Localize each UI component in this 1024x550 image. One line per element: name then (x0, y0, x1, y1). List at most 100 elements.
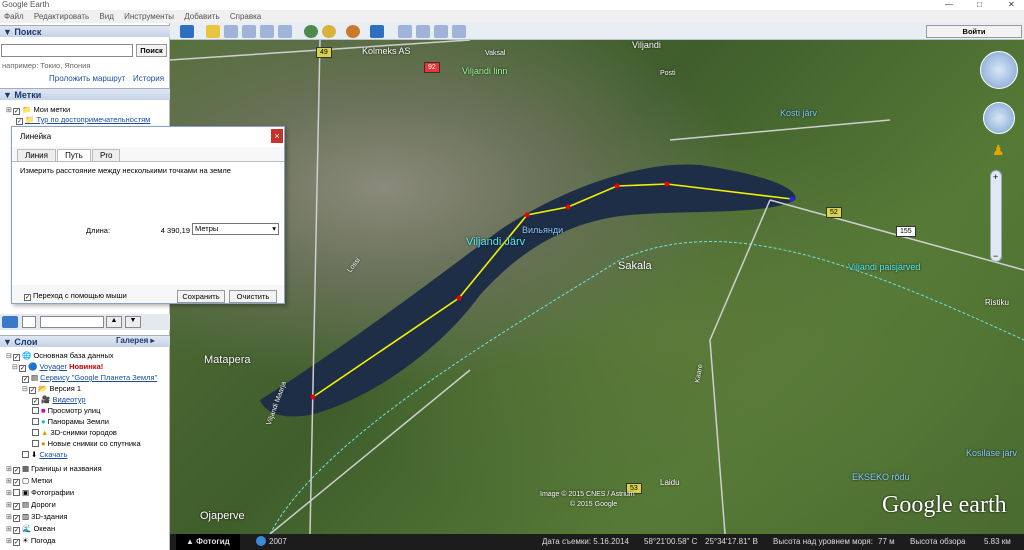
map-label: Matapera (204, 354, 251, 366)
route-link[interactable]: Проложить маршрут (49, 74, 125, 83)
map-label: Вильянди (522, 225, 564, 235)
layer-item[interactable]: ⊟ ✓ 🔵 Voyager Новинка! (12, 361, 103, 372)
map-view[interactable]: Viljandi Kolmeks AS Viljandi linn Vaksal… (170, 40, 1024, 534)
layer-item[interactable]: ⊞ ✓ ▢ Метки (6, 475, 52, 486)
road-badge: 49 (316, 47, 332, 58)
eye-alt: 5.83 км (984, 537, 1011, 546)
menu-bar: Файл Редактировать Вид Инструменты Добав… (0, 10, 1024, 23)
minimize-icon[interactable]: — (945, 0, 953, 10)
polygon-icon[interactable] (224, 25, 238, 38)
menu-edit[interactable]: Редактировать (34, 12, 89, 21)
path-icon[interactable] (242, 25, 256, 38)
history-link[interactable]: История (133, 74, 164, 83)
layer-item[interactable]: ■ Просмотр улиц (32, 405, 100, 416)
layer-item[interactable]: ⊞ ✓ ☀ Погода (6, 535, 56, 546)
zoom-in-icon[interactable]: + (993, 172, 998, 182)
ruler-point[interactable] (565, 204, 571, 210)
layer-item[interactable]: ⊞ ✓ ▤ Дороги (6, 499, 56, 510)
map-label: EKSEKO rõdu (852, 472, 910, 482)
close-icon[interactable]: ✕ (1008, 0, 1015, 10)
historical-clock-icon[interactable] (256, 536, 266, 546)
close-icon[interactable]: × (271, 129, 283, 143)
move-down-icon[interactable]: ▼ (125, 316, 141, 328)
search-button[interactable]: Поиск (136, 44, 167, 57)
move-control[interactable] (983, 102, 1015, 134)
layer-item[interactable]: ⊞ ▣ Фотографии (6, 487, 74, 498)
google-copyright: © 2015 Google (570, 501, 618, 508)
map-label: Sakala (618, 260, 652, 272)
menu-tools[interactable]: Инструменты (124, 12, 174, 21)
ruler-point[interactable] (524, 212, 530, 218)
sun-icon[interactable] (322, 25, 336, 38)
menu-file[interactable]: Файл (4, 12, 24, 21)
map-label: Kolmeks AS (362, 46, 411, 56)
layer-item[interactable]: ✓ ▤ Сервису "Google Планета Земля" (22, 372, 157, 383)
menu-help[interactable]: Справка (230, 12, 261, 21)
signin-button[interactable]: Войти (926, 25, 1022, 38)
search-header[interactable]: ▼ Поиск (0, 25, 170, 37)
unit-select[interactable]: Метры ▾ (192, 223, 279, 235)
layer-item[interactable]: ● Новые снимки со спутника (32, 438, 141, 449)
placemark-icon[interactable] (206, 25, 220, 38)
gallery-button[interactable]: Галерея ▸ (116, 335, 155, 347)
map-label: Kosti järv (780, 108, 818, 118)
clear-button[interactable]: Очистить (229, 290, 277, 303)
map-label: Ojaperve (200, 510, 245, 522)
ruler-tab-panel: Измерить расстояние между несколькими то… (12, 161, 284, 285)
planets-icon[interactable] (346, 25, 360, 38)
ruler-point[interactable] (614, 183, 620, 189)
look-around-control[interactable] (980, 51, 1018, 89)
image-overlay-icon[interactable] (260, 25, 274, 38)
window-title-bar: Google Earth — □ ✕ (0, 0, 1024, 10)
layer-item[interactable]: ● Панорамы Земли (32, 416, 109, 427)
places-item[interactable]: ✓ 📁 Тур по достопримечательностям (16, 114, 150, 125)
layer-item[interactable]: ⊟ ✓ 🌐 Основная база данных (6, 350, 114, 361)
window-title: Google Earth (2, 0, 50, 9)
record-tour-icon[interactable] (278, 25, 292, 38)
places-header[interactable]: ▼ Метки (0, 88, 170, 100)
move-up-icon[interactable]: ▲ (106, 316, 122, 328)
save-image-icon[interactable] (434, 25, 448, 38)
road-lines (170, 40, 1024, 534)
tab-pro[interactable]: Pro (92, 149, 121, 161)
street-view-pegman-icon[interactable]: ♟ (992, 142, 1005, 159)
layer-item[interactable]: ⊞ ✓ ▥ 3D-здания (6, 511, 67, 522)
elevation: 77 м (878, 537, 895, 546)
save-button[interactable]: Сохранить (177, 290, 225, 303)
zoom-out-icon[interactable]: − (993, 251, 998, 261)
maximize-icon[interactable]: □ (977, 0, 982, 10)
ruler-point[interactable] (456, 295, 462, 301)
layer-item[interactable]: ⬇ Скачать (22, 449, 68, 460)
ruler-point[interactable] (310, 394, 316, 400)
map-label: Kosilase järv (966, 448, 1018, 458)
sidebar-toggle-icon[interactable] (22, 316, 36, 328)
places-filter-input[interactable] (40, 316, 104, 328)
imagery-date: Дата съемки: 5.16.2014 (542, 537, 629, 546)
layer-item[interactable]: ✓ 🎥 Видеотур (32, 394, 86, 405)
menu-view[interactable]: Вид (99, 12, 113, 21)
ruler-description: Измерить расстояние между несколькими то… (20, 166, 231, 175)
mouse-nav-checkbox[interactable]: ✓ Переход с помощью мыши (24, 291, 127, 301)
layer-item[interactable]: ⊞ ✓ ▦ Границы и названия (6, 463, 102, 474)
road-badge: 52 (826, 207, 842, 218)
tab-path[interactable]: Путь (57, 149, 91, 161)
zoom-slider[interactable]: + − (990, 170, 1002, 262)
layer-item[interactable]: ⊟ ✓ 📂 Версия 1 (22, 383, 81, 394)
layer-item[interactable]: ▲ 3D-снимки городов (32, 427, 117, 438)
ruler-point[interactable] (664, 181, 670, 187)
email-icon[interactable] (398, 25, 412, 38)
search-places-icon[interactable] (2, 316, 18, 328)
search-hint: например: Токио, Япония (2, 61, 91, 70)
photo-guide-tab[interactable]: ▲ Фотогид (176, 534, 240, 550)
print-icon[interactable] (416, 25, 430, 38)
tab-line[interactable]: Линия (17, 149, 56, 161)
google-maps-icon[interactable] (452, 25, 466, 38)
ruler-icon[interactable] (370, 25, 384, 38)
search-input[interactable] (1, 44, 133, 57)
sidebar-toggle-icon[interactable] (180, 25, 194, 38)
layer-item[interactable]: ⊞ ✓ 🌊 Океан (6, 523, 55, 534)
historical-imagery-icon[interactable] (304, 25, 318, 38)
menu-add[interactable]: Добавить (184, 12, 219, 21)
ruler-point[interactable] (789, 196, 795, 202)
map-label: Viljandi paisjärved (848, 262, 921, 272)
